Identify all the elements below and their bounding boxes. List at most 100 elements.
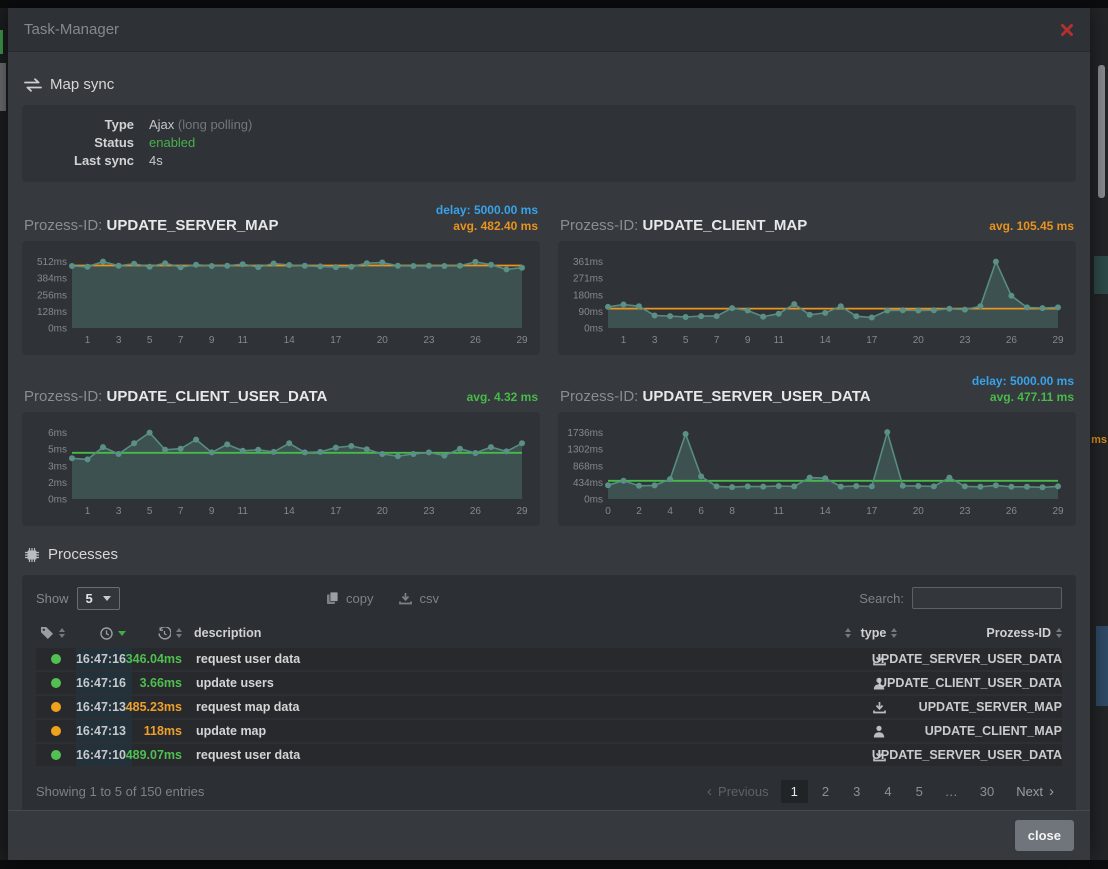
csv-button-label: csv [419,591,439,606]
svg-text:384ms: 384ms [37,274,67,285]
table-toolbar: Show 5 copy csv [36,585,1062,611]
svg-text:14: 14 [820,335,832,346]
svg-text:0ms: 0ms [584,324,603,335]
chart-delay-label: delay: 5000.00 ms [436,202,538,218]
map-sync-lastsync-row: Last sync 4s [36,152,1062,170]
duration-cell: 3.66ms [132,672,188,694]
modal-header: Task-Manager [8,8,1090,52]
column-header-duration[interactable] [132,627,188,640]
svg-text:17: 17 [866,335,878,346]
page-length-value: 5 [86,591,93,606]
type-header-label: type [861,626,887,640]
csv-button[interactable]: csv [399,591,439,606]
tag-icon [40,626,54,640]
description-cell: update users [188,672,851,694]
chart-title: Prozess-ID: UPDATE_SERVER_USER_DATA [560,388,871,405]
description-cell: update map [188,720,851,742]
svg-text:6: 6 [698,506,704,517]
table-header-row: description type Prozess-ID [36,620,1062,646]
svg-text:20: 20 [377,335,389,346]
status-value: enabled [149,134,195,152]
status-cell [36,648,76,670]
process-chart-svg: 0ms90ms180ms271ms361ms135791114172023262… [564,250,1066,346]
svg-text:4: 4 [667,506,673,517]
svg-text:26: 26 [1006,506,1018,517]
scrollbar-thumb[interactable] [1098,65,1105,198]
column-header-status[interactable] [36,626,76,640]
close-button[interactable]: close [1015,820,1074,851]
svg-text:9: 9 [209,335,215,346]
svg-text:256ms: 256ms [37,290,67,301]
svg-text:2: 2 [636,506,642,517]
map-sync-heading: Map sync [24,76,1074,93]
column-header-description[interactable]: description [188,626,851,640]
close-icon[interactable] [1060,23,1074,37]
svg-text:29: 29 [1052,506,1064,517]
chart-block-update_server_map: Prozess-ID: UPDATE_SERVER_MAP delay: 5000… [22,198,540,355]
svg-text:23: 23 [423,335,435,346]
svg-text:20: 20 [377,506,389,517]
type-cell [851,720,907,742]
history-icon [158,627,171,640]
column-header-time[interactable] [76,627,132,640]
chart-avg-label: avg. 477.11 ms [972,389,1074,405]
svg-text:29: 29 [516,506,528,517]
svg-text:5: 5 [683,335,689,346]
search-input[interactable] [912,587,1062,609]
svg-text:1: 1 [85,506,91,517]
time-cell: 16:47:16 [76,672,132,694]
copy-button[interactable]: copy [326,591,373,606]
clock-icon [100,627,113,640]
chart-block-update_server_user_data: Prozess-ID: UPDATE_SERVER_USER_DATA delay… [558,369,1076,526]
svg-text:11: 11 [774,506,785,517]
previous-page-button[interactable]: ‹Previous [699,780,777,803]
page-button-30[interactable]: 30 [970,780,1004,803]
svg-text:29: 29 [1052,335,1064,346]
svg-text:17: 17 [330,335,342,346]
svg-text:26: 26 [470,335,482,346]
column-header-prozess-id[interactable]: Prozess-ID [907,626,1062,640]
svg-text:512ms: 512ms [37,257,67,268]
chevron-down-icon [103,596,111,601]
search-wrap: Search: [859,587,1062,609]
last-sync-value: 4s [149,152,163,170]
page-length-select[interactable]: 5 [77,587,120,610]
chart-title: Prozess-ID: UPDATE_SERVER_MAP [24,217,279,234]
chart-block-update_client_user_data: Prozess-ID: UPDATE_CLIENT_USER_DATAavg. … [22,369,540,526]
microchip-icon [24,547,40,563]
next-page-button[interactable]: Next› [1008,780,1062,803]
page-button-2[interactable]: 2 [812,780,839,803]
svg-text:14: 14 [284,335,296,346]
sort-icon [59,628,65,638]
svg-text:20: 20 [913,335,925,346]
time-cell: 16:47:13 [76,696,132,718]
sort-icon [1056,628,1062,638]
prozess-id-cell: UPDATE_CLIENT_MAP [907,720,1062,742]
process-row: 16:47:13118msupdate mapUPDATE_CLIENT_MAP [36,720,1062,742]
column-header-type[interactable]: type [851,626,907,640]
chart-title-row: Prozess-ID: UPDATE_SERVER_USER_DATA delay… [558,369,1076,405]
page-button-3[interactable]: 3 [843,780,870,803]
chart-title-row: Prozess-ID: UPDATE_SERVER_MAP delay: 5000… [22,198,540,234]
svg-text:20: 20 [913,506,925,517]
chart-avg-label: avg. 105.45 ms [989,218,1074,234]
page-button-1[interactable]: 1 [781,780,808,803]
svg-text:11: 11 [238,506,249,517]
svg-text:0ms: 0ms [584,495,603,506]
user-icon [873,725,885,738]
page-button-5[interactable]: 5 [906,780,933,803]
chart-delay-label: delay: 5000.00 ms [972,373,1074,389]
svg-text:23: 23 [959,335,971,346]
sort-desc-icon [118,631,126,636]
svg-text:23: 23 [423,506,435,517]
table-body: 16:47:16346.04msrequest user dataUPDATE_… [36,648,1062,766]
status-dot-orange [51,726,61,736]
status-dot-green [51,678,61,688]
sort-icon [176,628,182,638]
prozess-id-cell: UPDATE_CLIENT_USER_DATA [907,672,1062,694]
chart-title: Prozess-ID: UPDATE_CLIENT_MAP [560,217,807,234]
time-cell: 16:47:16 [76,648,132,670]
pagination: ‹Previous12345…30Next› [699,780,1062,803]
export-buttons: copy csv [326,591,439,606]
page-button-4[interactable]: 4 [874,780,901,803]
